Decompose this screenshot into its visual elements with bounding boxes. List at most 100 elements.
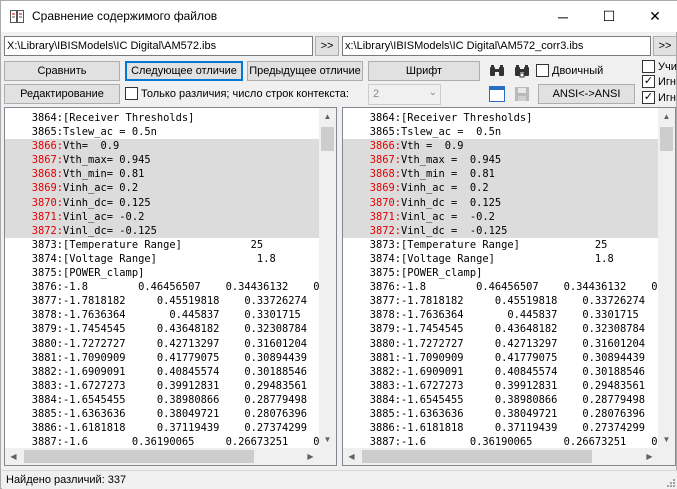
right-line-row[interactable]: 3878:-1.7636364 0.445837 0.3301715 <box>343 308 658 322</box>
line-number: 3880: <box>369 337 401 350</box>
right-text-pane[interactable]: 3864:[Receiver Thresholds] 3865:Tslew_ac … <box>342 107 676 466</box>
resize-grip-icon[interactable] <box>665 477 675 487</box>
option-ignore2-box[interactable]: ✓ <box>642 91 655 104</box>
left-line-row[interactable]: 3870:Vinh_dc= 0.125 <box>5 195 319 210</box>
option-case-box[interactable] <box>642 60 655 73</box>
right-line-row[interactable]: 3864:[Receiver Thresholds] <box>343 111 658 125</box>
left-line-row[interactable]: 3878:-1.7636364 0.445837 0.3301715 <box>5 308 319 322</box>
left-line-row[interactable]: 3866:Vth= 0.9 <box>5 139 319 154</box>
right-line-row[interactable]: 3876:-1.8 0.46456507 0.34436132 0.74 <box>343 280 658 294</box>
title-bar[interactable]: Сравнение содержимого файлов ─ ☐ ✕ <box>1 1 677 32</box>
right-line-row[interactable]: 3879:-1.7454545 0.43648182 0.32308784 <box>343 322 658 336</box>
next-diff-button[interactable]: Следующее отличие <box>125 61 243 81</box>
option-ignore1-box[interactable]: ✓ <box>642 75 655 88</box>
prev-diff-button[interactable]: Предыдущее отличие <box>247 61 363 81</box>
line-text: -1.7636364 0.445837 0.3301715 <box>401 309 639 322</box>
right-line-row[interactable]: 3874:[Voltage Range] 1.8 <box>343 252 658 266</box>
right-line-row[interactable]: 3875:[POWER_clamp] <box>343 266 658 280</box>
scroll-up-icon[interactable]: ▲ <box>319 108 336 125</box>
left-line-row[interactable]: 3880:-1.7272727 0.42713297 0.31601204 <box>5 337 319 351</box>
right-line-row[interactable]: 3868:Vth_min = 0.81 <box>343 167 658 182</box>
left-line-row[interactable]: 3874:[Voltage Range] 1.8 <box>5 252 319 266</box>
right-horizontal-scrollbar[interactable]: ◀ ▶ <box>343 448 658 465</box>
scroll-up-icon[interactable]: ▲ <box>658 108 675 125</box>
scroll-right-icon[interactable]: ▶ <box>302 448 319 465</box>
minimize-button[interactable]: ─ <box>540 1 586 32</box>
right-line-row[interactable]: 3877:-1.7818182 0.45519818 0.33726274 <box>343 294 658 308</box>
line-text: -1.7454545 0.43648182 0.32308784 <box>63 323 307 336</box>
edit-button[interactable]: Редактирование <box>4 84 120 104</box>
left-horizontal-scrollbar[interactable]: ◀ ▶ <box>5 448 319 465</box>
scroll-left-icon[interactable]: ◀ <box>343 448 360 465</box>
scroll-down-icon[interactable]: ▼ <box>319 431 336 448</box>
right-line-row[interactable]: 3881:-1.7090909 0.41779075 0.30894439 <box>343 351 658 365</box>
right-browse-button[interactable]: >> <box>653 36 677 56</box>
right-line-row[interactable]: 3882:-1.6909091 0.40845574 0.30188546 <box>343 365 658 379</box>
font-button[interactable]: Шрифт <box>368 61 480 81</box>
right-vertical-scrollbar[interactable]: ▲ ▼ <box>658 108 675 448</box>
left-line-row[interactable]: 3879:-1.7454545 0.43648182 0.32308784 <box>5 322 319 336</box>
right-line-row[interactable]: 3884:-1.6545455 0.38980866 0.28779498 <box>343 393 658 407</box>
right-line-row[interactable]: 3886:-1.6181818 0.37119439 0.27374299 <box>343 421 658 435</box>
window-layout-icon[interactable] <box>487 84 507 104</box>
right-line-row[interactable]: 3870:Vinh_dc = 0.125 <box>343 195 658 210</box>
right-line-row[interactable]: 3883:-1.6727273 0.39912831 0.29483561 <box>343 379 658 393</box>
left-vscroll-thumb[interactable] <box>321 127 334 151</box>
compare-button[interactable]: Сравнить <box>4 61 120 81</box>
left-line-row[interactable]: 3868:Vth_min= 0.81 <box>5 167 319 182</box>
ansi-encoding-button[interactable]: ANSI<->ANSI <box>538 84 635 104</box>
line-text: [Receiver Thresholds] <box>401 112 533 124</box>
left-hscroll-thumb[interactable] <box>24 450 254 463</box>
right-line-row[interactable]: 3866:Vth = 0.9 <box>343 139 658 154</box>
right-line-row[interactable]: 3885:-1.6363636 0.38049721 0.28076396 <box>343 407 658 421</box>
save-icon[interactable] <box>512 84 532 104</box>
right-line-row[interactable]: 3871:Vinl_ac = -0.2 <box>343 209 658 224</box>
left-line-row[interactable]: 3873:[Temperature Range] 25 <box>5 238 319 252</box>
left-vertical-scrollbar[interactable]: ▲ ▼ <box>319 108 336 448</box>
maximize-button[interactable]: ☐ <box>586 1 632 32</box>
right-line-row[interactable]: 3867:Vth_max = 0.945 <box>343 153 658 168</box>
left-line-row[interactable]: 3872:Vinl_dc= -0.125 <box>5 223 319 238</box>
find-icon[interactable] <box>487 61 507 81</box>
left-line-row[interactable]: 3882:-1.6909091 0.40845574 0.30188546 <box>5 365 319 379</box>
chevron-down-icon: ⌄ <box>428 87 437 98</box>
scroll-left-icon[interactable]: ◀ <box>5 448 22 465</box>
left-line-row[interactable]: 3886:-1.6181818 0.37119439 0.27374299 <box>5 421 319 435</box>
close-button[interactable]: ✕ <box>632 1 677 32</box>
left-line-row[interactable]: 3884:-1.6545455 0.38980866 0.28779498 <box>5 393 319 407</box>
only-diffs-box[interactable] <box>125 87 138 100</box>
right-line-row[interactable]: 3873:[Temperature Range] 25 <box>343 238 658 252</box>
right-file-path[interactable]: x:\Library\IBISModels\IC Digital\AM572_c… <box>342 36 651 56</box>
left-file-path[interactable]: X:\Library\IBISModels\IC Digital\AM572.i… <box>4 36 313 56</box>
right-line-row[interactable]: 3865:Tslew_ac = 0.5n <box>343 125 658 139</box>
left-line-row[interactable]: 3876:-1.8 0.46456507 0.34436132 0.74 <box>5 280 319 294</box>
right-line-row[interactable]: 3880:-1.7272727 0.42713297 0.31601204 <box>343 337 658 351</box>
option-case-checkbox[interactable]: Учи <box>642 60 677 73</box>
scroll-right-icon[interactable]: ▶ <box>641 448 658 465</box>
right-line-row[interactable]: 3872:Vinl_dc = -0.125 <box>343 223 658 238</box>
option-ignore2-checkbox[interactable]: ✓ Игн <box>642 91 676 104</box>
left-line-row[interactable]: 3869:Vinh_ac= 0.2 <box>5 181 319 196</box>
left-line-row[interactable]: 3883:-1.6727273 0.39912831 0.29483561 <box>5 379 319 393</box>
left-line-row[interactable]: 3885:-1.6363636 0.38049721 0.28076396 <box>5 407 319 421</box>
option-ignore1-checkbox[interactable]: ✓ Игн <box>642 75 676 88</box>
only-diffs-checkbox[interactable]: Только различия; число строк контекста: <box>125 87 349 100</box>
left-line-row[interactable]: 3871:Vinl_ac= -0.2 <box>5 209 319 224</box>
line-text: [Voltage Range] 1.8 <box>401 252 614 265</box>
scroll-down-icon[interactable]: ▼ <box>658 431 675 448</box>
left-line-row[interactable]: 3864:[Receiver Thresholds] <box>5 111 319 125</box>
find-next-icon[interactable] <box>512 61 532 81</box>
left-text-pane[interactable]: 3864:[Receiver Thresholds] 3865:Tslew_ac … <box>4 107 337 466</box>
left-line-row[interactable]: 3867:Vth_max= 0.945 <box>5 153 319 168</box>
left-line-row[interactable]: 3877:-1.7818182 0.45519818 0.33726274 <box>5 294 319 308</box>
left-line-row[interactable]: 3881:-1.7090909 0.41779075 0.30894439 <box>5 351 319 365</box>
binary-checkbox-box[interactable] <box>536 64 549 77</box>
right-line-row[interactable]: 3869:Vinh_ac = 0.2 <box>343 181 658 196</box>
binary-checkbox[interactable]: Двоичный <box>536 64 603 77</box>
right-hscroll-thumb[interactable] <box>362 450 592 463</box>
left-line-row[interactable]: 3875:[POWER_clamp] <box>5 266 319 280</box>
context-lines-select[interactable]: 2 ⌄ <box>368 84 441 105</box>
left-browse-button[interactable]: >> <box>315 36 339 56</box>
left-line-row[interactable]: 3865:Tslew_ac = 0.5n <box>5 125 319 139</box>
right-vscroll-thumb[interactable] <box>660 127 673 151</box>
